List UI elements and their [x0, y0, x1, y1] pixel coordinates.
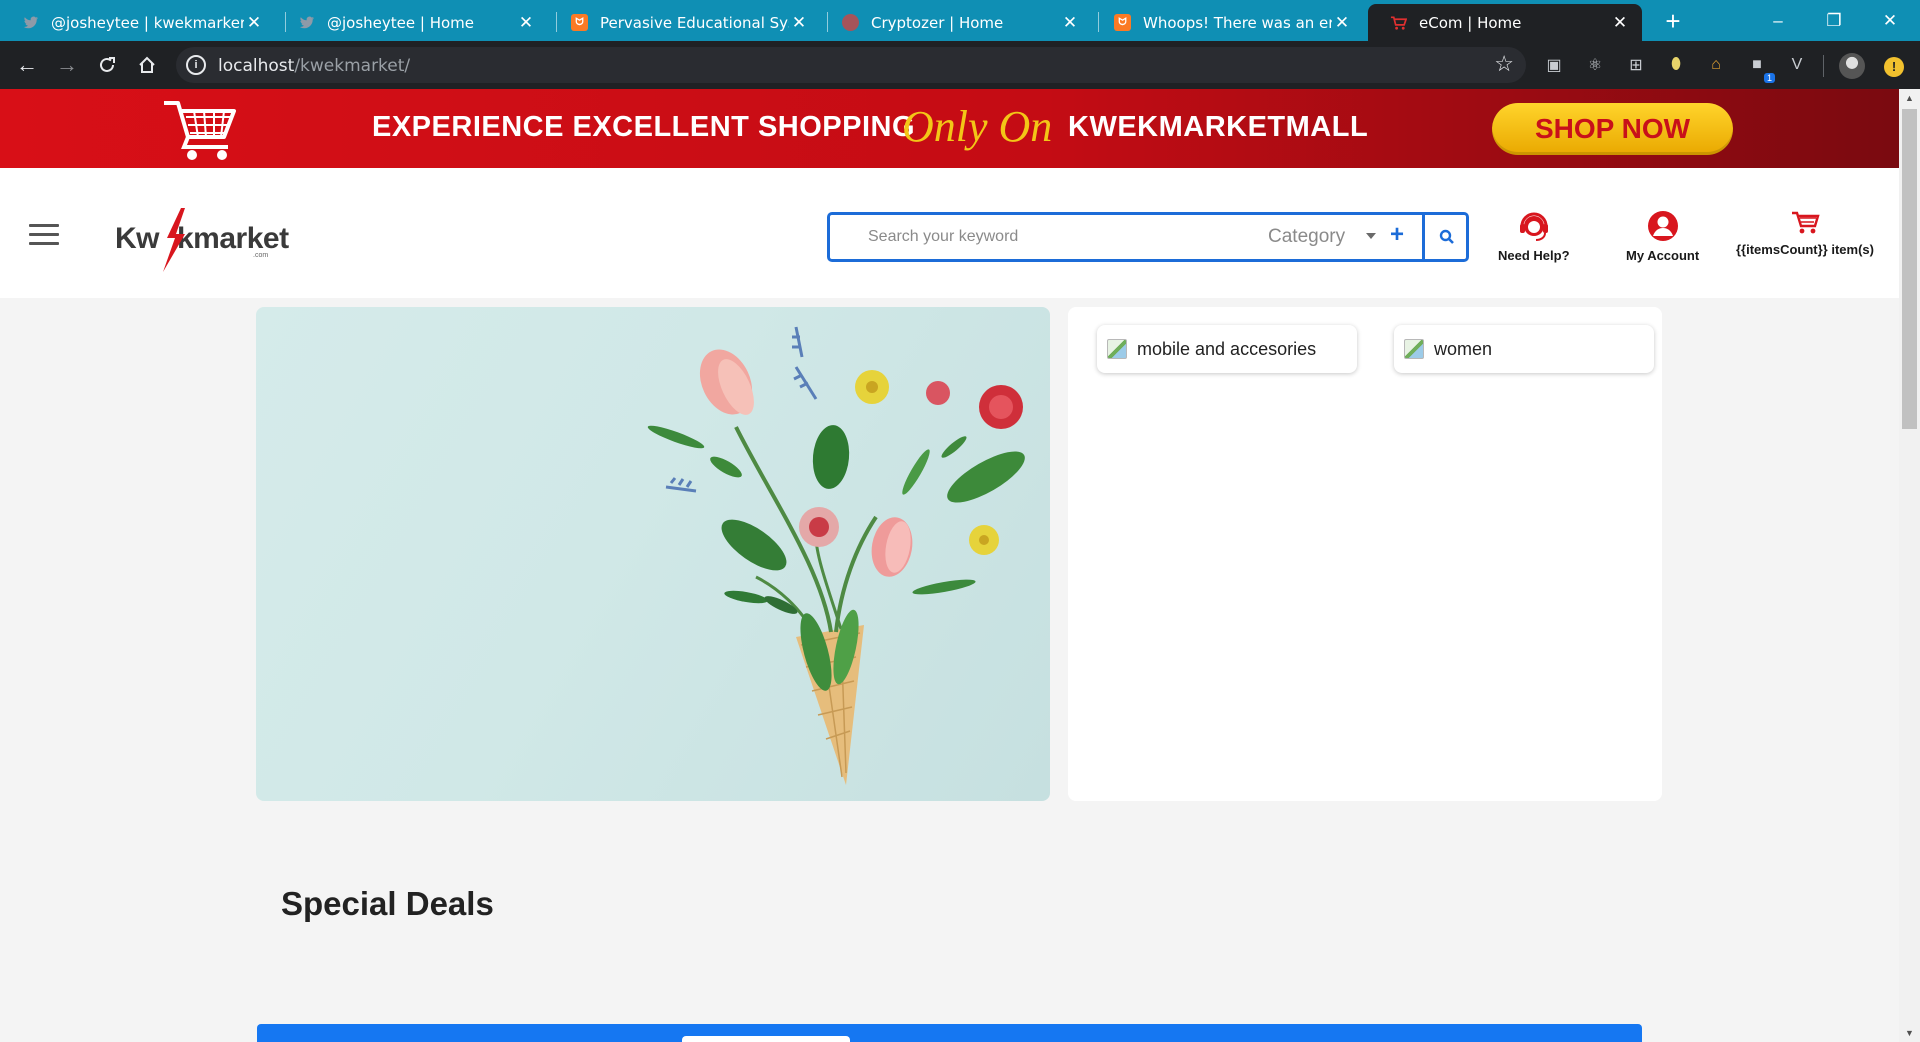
promo-headline: EXPERIENCE EXCELLENT SHOPPING [372, 111, 916, 143]
cart-icon [1791, 211, 1820, 234]
support-headset-icon [1519, 212, 1548, 241]
bookmark-star-icon[interactable]: ☆ [1494, 51, 1514, 77]
profile-avatar[interactable] [1839, 53, 1865, 79]
broken-image-icon [1404, 339, 1424, 359]
vue-devtools-icon[interactable]: V [1785, 53, 1809, 77]
lightning-bolt-icon [163, 208, 185, 272]
close-icon[interactable]: ✕ [244, 13, 264, 33]
shopping-cart-icon [164, 101, 236, 160]
xampp-icon: ᗢ [1114, 14, 1131, 31]
promo-brand: KWEKMARKETMALL [1068, 111, 1369, 143]
home-icon [139, 56, 155, 73]
back-button[interactable]: ← [10, 49, 44, 81]
close-icon[interactable]: ✕ [1610, 13, 1630, 33]
browser-tab-active[interactable]: eCom | Home ✕ [1368, 4, 1642, 41]
xampp-icon: ᗢ [571, 14, 588, 31]
close-icon[interactable]: ✕ [1332, 13, 1352, 33]
search-icon [1439, 229, 1454, 244]
browser-tab[interactable]: ᗢ Whoops! There was an error. ✕ [1092, 4, 1364, 41]
tab-title: @josheytee | kwekmarkert [51, 13, 244, 32]
address-bar[interactable]: i localhost/kwekmarket/ ☆ [176, 47, 1526, 83]
minimize-button[interactable]: – [1750, 0, 1806, 41]
my-account-link[interactable]: My Account [1626, 210, 1699, 263]
site-header: Kwkmarket .com Category + Need Help [0, 168, 1899, 298]
update-icon[interactable]: ! [1884, 57, 1904, 77]
extension-badge: 1 [1763, 73, 1775, 83]
search-bar: Category + [827, 212, 1469, 262]
category-label: mobile and accesories [1137, 338, 1317, 359]
page-content: EXPERIENCE EXCELLENT SHOPPING Only On KW… [0, 89, 1899, 1042]
user-account-icon [1647, 211, 1678, 241]
promo-tagline: Only On [902, 102, 1053, 151]
category-item[interactable]: mobile and accesories [1097, 325, 1357, 373]
browser-tab[interactable]: @josheytee | kwekmarkert ✕ [0, 4, 276, 41]
section-title: Special Deals [281, 885, 494, 922]
tab-title: Whoops! There was an error. [1143, 13, 1332, 32]
extension-icon[interactable]: ▣ [1542, 53, 1566, 77]
flower-bouquet-image [647, 326, 1025, 785]
deals-tab[interactable] [682, 1036, 850, 1042]
broken-image-icon [1107, 339, 1127, 359]
react-devtools-icon[interactable]: ⚛ [1583, 53, 1607, 77]
chevron-down-icon[interactable] [1366, 233, 1376, 239]
tab-title: eCom | Home [1419, 13, 1522, 32]
search-input[interactable] [842, 221, 1232, 253]
deals-banner [257, 1024, 1642, 1042]
hero-image[interactable] [256, 307, 1050, 801]
new-tab-button[interactable]: + [1656, 6, 1690, 36]
toolbar-divider [1823, 55, 1824, 77]
close-icon[interactable]: ✕ [1060, 13, 1080, 33]
tab-title: Cryptozer | Home [871, 13, 1004, 32]
plus-icon[interactable]: + [1390, 221, 1404, 249]
site-info-icon[interactable]: i [186, 55, 206, 75]
hamburger-menu-icon[interactable] [29, 224, 59, 246]
home-button[interactable] [130, 49, 164, 81]
category-label: women [1434, 338, 1493, 359]
need-help-link[interactable]: Need Help? [1498, 210, 1570, 263]
scroll-up-arrow-icon[interactable]: ▲ [1899, 93, 1920, 103]
browser-toolbar: ← → i localhost/kwekmarket/ ☆ ▣ ⚛ ⊞ ⬮ ⌂ … [0, 41, 1920, 89]
extension-icon[interactable]: ⬮ [1664, 53, 1688, 77]
cart-icon [1390, 14, 1407, 31]
promo-banner[interactable]: EXPERIENCE EXCELLENT SHOPPING Only On KW… [0, 89, 1899, 168]
globe-icon [842, 14, 859, 31]
restore-button[interactable]: ❐ [1806, 0, 1862, 41]
close-icon[interactable]: ✕ [789, 13, 809, 33]
scrollbar-thumb[interactable] [1902, 109, 1917, 429]
twitter-icon [22, 14, 39, 31]
category-item[interactable]: women [1394, 325, 1654, 373]
browser-tab[interactable]: @josheytee | Home ✕ [276, 4, 548, 41]
site-logo[interactable]: Kw kmarket .com [115, 208, 289, 272]
logo-suffix: .com [253, 252, 269, 259]
forward-button[interactable]: → [50, 49, 84, 81]
browser-tab[interactable]: Cryptozer | Home ✕ [820, 4, 1092, 41]
extension-icon[interactable]: ⌂ [1704, 53, 1728, 77]
browser-tab[interactable]: ᗢ Pervasive Educational System ✕ [549, 4, 821, 41]
close-icon[interactable]: ✕ [516, 13, 536, 33]
browser-tab-bar: @josheytee | kwekmarkert ✕ @josheytee | … [0, 0, 1920, 41]
categories-panel: mobile and accesories women [1068, 307, 1662, 801]
category-select[interactable]: Category [1268, 226, 1345, 248]
tab-title: Pervasive Educational System [600, 13, 789, 32]
reload-icon [100, 57, 115, 72]
close-window-button[interactable]: ✕ [1862, 0, 1918, 41]
scrollbar[interactable]: ▲ ▼ [1899, 89, 1920, 1042]
extension-icon[interactable]: ■ 1 [1745, 53, 1775, 83]
reload-button[interactable] [90, 49, 124, 81]
tab-title: @josheytee | Home [327, 13, 474, 32]
search-button[interactable] [1422, 212, 1469, 262]
shop-now-button[interactable]: SHOP NOW [1492, 103, 1733, 155]
url-text: localhost/kwekmarket/ [218, 56, 411, 76]
scroll-down-arrow-icon[interactable]: ▼ [1899, 1028, 1920, 1038]
cart-link[interactable]: {{itemsCount}} item(s) [1736, 210, 1874, 257]
twitter-icon [298, 14, 315, 31]
extension-icon[interactable]: ⊞ [1624, 53, 1648, 77]
